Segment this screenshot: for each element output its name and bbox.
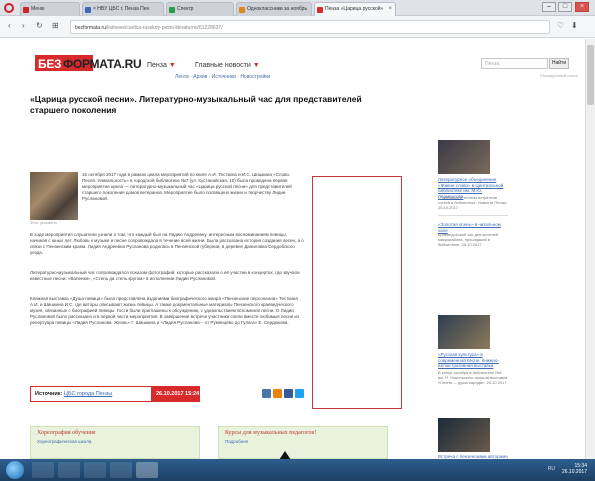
- os-taskbar: RU 15:34 26.10.2017: [0, 459, 595, 481]
- facebook-share-icon[interactable]: [284, 389, 293, 398]
- city-selector[interactable]: Пенза ▼: [147, 62, 176, 69]
- start-button-icon[interactable]: [6, 461, 24, 479]
- ok-share-icon[interactable]: [273, 389, 282, 398]
- source-date: 26.10.2017 15:24: [152, 386, 200, 402]
- news-snippet: В конце октября в библиотеке №4 им. Н. Н…: [438, 370, 508, 385]
- forward-icon[interactable]: ›: [22, 21, 25, 30]
- url-host: bezformata.ru: [75, 25, 106, 31]
- source-link[interactable]: ЦБС города Пензы: [64, 391, 112, 397]
- tab-label: Одноклассники за ноябрь: [247, 6, 308, 12]
- media-player-icon[interactable]: [84, 462, 106, 478]
- dropdown-arrow-icon: ▼: [252, 62, 260, 69]
- language-indicator[interactable]: RU: [548, 466, 555, 472]
- promo-link[interactable]: Хореографическая школа: [37, 439, 91, 444]
- sub-navigation[interactable]: Лента · Архив · Источники · Новостройки: [175, 74, 270, 80]
- tab-label: Спектр: [177, 6, 194, 12]
- advanced-search-link[interactable]: Расширенный поиск: [540, 73, 578, 78]
- news-thumbnail[interactable]: [438, 315, 490, 349]
- url-path: /listnews/caritca-russkoy-pesni-literatu…: [105, 25, 223, 31]
- clock-date: 26.10.2017: [561, 469, 587, 475]
- tab-label: × НВУ ЦБС г. Пенза Пен: [93, 6, 150, 12]
- speed-dial-icon[interactable]: ⊞: [52, 21, 59, 30]
- article-paragraph: Книжная выставка «Душа-певица» была пред…: [30, 296, 299, 325]
- divider: [438, 215, 508, 216]
- ie-icon[interactable]: [32, 462, 54, 478]
- page-scrollbar[interactable]: [585, 39, 595, 459]
- tab-favicon-icon: [239, 7, 245, 13]
- close-tab-icon[interactable]: ×: [388, 6, 392, 12]
- url-input[interactable]: bezformata.ru/listnews/caritca-russkoy-p…: [70, 20, 550, 34]
- news-link[interactable]: «Русская культура» в современной песне. …: [438, 352, 508, 369]
- opera-taskbar-icon[interactable]: [136, 462, 158, 478]
- logo-main: ФОРМАТА.RU: [63, 57, 142, 71]
- search-input[interactable]: Пенза: [481, 58, 548, 69]
- source-box: Источник: ЦБС города Пензы: [30, 386, 152, 402]
- tab-favicon-icon: [169, 7, 175, 13]
- source-label: Источник:: [35, 391, 63, 397]
- tab-favicon-icon: [85, 7, 91, 13]
- news-snippet: С любовью и теплом встретили гостей в би…: [438, 195, 508, 210]
- reload-icon[interactable]: ↻: [36, 21, 43, 30]
- back-icon[interactable]: ‹: [8, 21, 11, 30]
- main-news-label: Главные новости: [195, 62, 251, 69]
- tab-favicon-icon: [23, 7, 29, 13]
- article-paragraph: В ходе мероприятия слушатели узнали о то…: [30, 232, 304, 255]
- maximize-icon[interactable]: □: [558, 2, 572, 12]
- article-paragraph: 16 октября 2017 года в рамках цикла меро…: [82, 172, 292, 201]
- dropdown-arrow-icon: ▼: [168, 62, 176, 69]
- browser-tab[interactable]: Меню: [20, 2, 80, 16]
- browser-tab[interactable]: × НВУ ЦБС г. Пенза Пен: [82, 2, 164, 16]
- close-window-icon[interactable]: ×: [575, 2, 589, 12]
- news-snippet: Краеведческий час для жителей микрорайон…: [438, 232, 499, 247]
- opera-menu-icon[interactable]: [4, 3, 14, 13]
- minimize-icon[interactable]: –: [542, 2, 556, 12]
- browser-tab[interactable]: Одноклассники за ноябрь: [236, 2, 312, 16]
- ad-banner-frame[interactable]: [312, 176, 402, 409]
- promo-link[interactable]: Подробнее: [225, 439, 248, 444]
- app-icon[interactable]: [110, 462, 132, 478]
- vk-share-icon[interactable]: [262, 389, 271, 398]
- article-title: «Царица русской песни». Литературно-музы…: [30, 94, 362, 115]
- tab-label: Меню: [31, 6, 45, 12]
- explorer-icon[interactable]: [58, 462, 80, 478]
- tab-label: Пенза «Царица русской»: [325, 6, 384, 12]
- tab-favicon-icon: [317, 7, 323, 13]
- address-bar: ‹ › ↻ ⊞ bezformata.ru/listnews/caritca-r…: [0, 16, 595, 38]
- browser-tab[interactable]: Спектр: [166, 2, 234, 16]
- promo-block-left[interactable]: Хореография обучение Хореографическая шк…: [30, 426, 200, 459]
- search-button[interactable]: Найти: [549, 58, 569, 69]
- photo-caption: Фото: penzalib.ru: [30, 221, 58, 225]
- scrollbar-thumb[interactable]: [587, 45, 594, 105]
- main-news-menu[interactable]: Главные новости ▼: [195, 62, 260, 69]
- browser-tab-bar: Меню × НВУ ЦБС г. Пенза Пен Спектр Однок…: [0, 0, 595, 16]
- download-icon[interactable]: ⬇: [571, 21, 578, 30]
- article-photo[interactable]: [30, 172, 78, 220]
- promo-title: Курсы для музыкальных педагогов!: [225, 430, 317, 436]
- city-label: Пенза: [147, 62, 167, 69]
- news-thumbnail[interactable]: [438, 418, 490, 452]
- twitter-share-icon[interactable]: [295, 389, 304, 398]
- promo-block-right[interactable]: Курсы для музыкальных педагогов! Подробн…: [218, 426, 388, 460]
- logo-prefix: БЕЗ: [38, 57, 62, 71]
- clock[interactable]: 15:34 26.10.2017: [562, 463, 587, 475]
- article-paragraph: Литературно-музыкальный час сопровождалс…: [30, 270, 300, 281]
- promo-title: Хореография обучение: [37, 430, 96, 436]
- news-thumbnail[interactable]: [438, 140, 490, 174]
- browser-tab-active[interactable]: Пенза «Царица русской» ×: [314, 2, 396, 16]
- bookmark-icon[interactable]: ♡: [557, 21, 564, 30]
